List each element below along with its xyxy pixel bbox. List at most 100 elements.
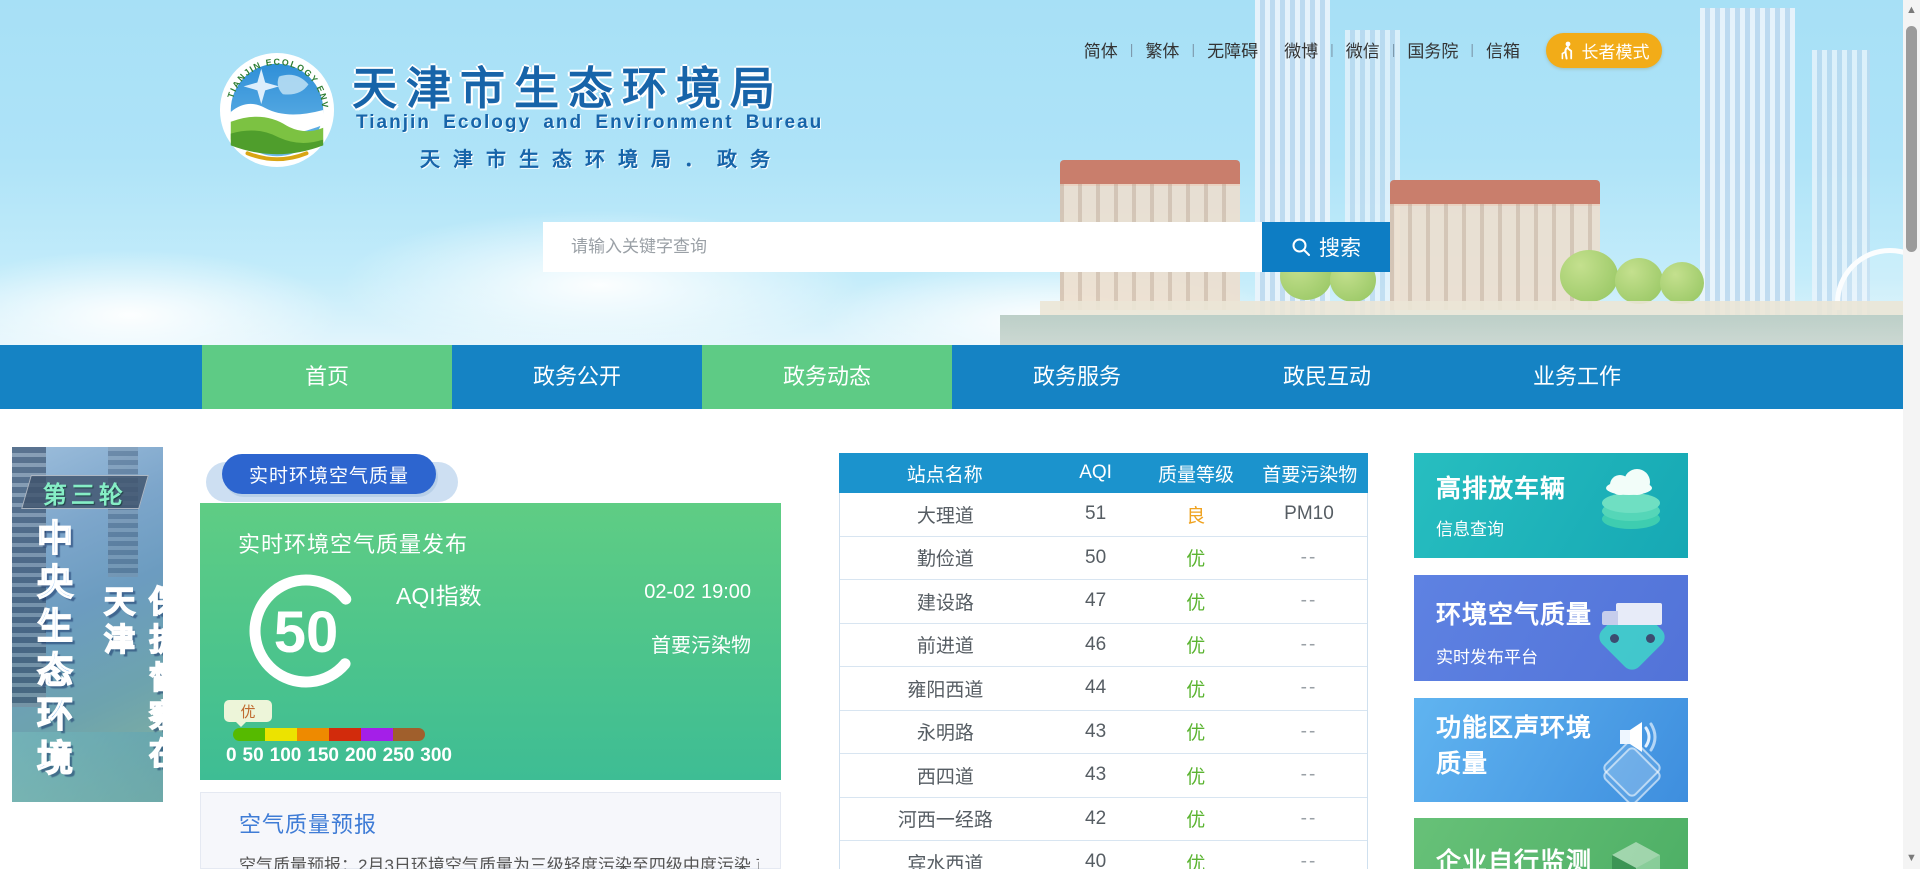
card-enterprise-self-monitoring[interactable]: 企业自行监测 bbox=[1414, 818, 1688, 869]
site-subtitle: 天津市生态环境局．政务 bbox=[420, 149, 783, 171]
grade-cell: 优 bbox=[1186, 636, 1206, 658]
top-link-简体[interactable]: 简体 bbox=[1084, 37, 1118, 62]
aqi-scale-tick: 50 bbox=[242, 745, 264, 766]
cloud-shape bbox=[1606, 467, 1656, 495]
site-title-cn: 天津市生态环境局 bbox=[352, 63, 785, 114]
speaker-icon bbox=[1590, 712, 1674, 802]
tab-realtime-air-quality[interactable]: 实时环境空气质量 bbox=[222, 454, 436, 494]
primary-pollutant-label: 首要污染物 bbox=[651, 635, 751, 657]
table-row-永明路[interactable]: 永明路 43 优 -- bbox=[840, 710, 1367, 754]
search-button[interactable]: 搜索 bbox=[1262, 222, 1390, 272]
aqi-card-title: 实时环境空气质量发布 bbox=[238, 532, 469, 557]
table-row-宾水西道[interactable]: 宾水西道 40 优 -- bbox=[840, 841, 1367, 869]
link-separator: | bbox=[1330, 41, 1334, 57]
card-title: 功能区声环境质量 bbox=[1436, 714, 1593, 778]
nav-item-政务公开[interactable]: 政务公开 bbox=[452, 345, 702, 409]
aqi-timestamp: 02-02 19:00 bbox=[644, 581, 751, 603]
grade-cell: 优 bbox=[1186, 679, 1206, 701]
forecast-title: 空气质量预报 bbox=[239, 812, 378, 837]
truck-shape bbox=[1598, 603, 1668, 643]
speaker-shape bbox=[1620, 722, 1657, 752]
aqi-scale-segment bbox=[393, 728, 425, 741]
table-row-河西一经路[interactable]: 河西一经路 42 优 -- bbox=[840, 797, 1367, 841]
table-row-前进道[interactable]: 前进道 46 优 -- bbox=[840, 623, 1367, 667]
elder-mode-button[interactable]: 长者模式 bbox=[1546, 33, 1662, 68]
aqi-scale-bar bbox=[233, 728, 425, 741]
link-separator: | bbox=[1129, 41, 1134, 57]
forecast-panel: 空气质量预报 空气质量预报：2月3日环境空气质量为三级轻度污染至四级中度污染,首… bbox=[200, 792, 781, 869]
nav-item-政务服务[interactable]: 政务服务 bbox=[952, 345, 1202, 409]
banner-text-line2: 保护督察在天津 bbox=[98, 584, 163, 776]
pollutant-cell: -- bbox=[1300, 677, 1318, 699]
top-link-繁体[interactable]: 繁体 bbox=[1145, 37, 1179, 62]
nav-item-业务工作[interactable]: 业务工作 bbox=[1452, 345, 1702, 409]
grade-cell: 优 bbox=[1186, 766, 1206, 788]
aqi-value-cell: 50 bbox=[1085, 546, 1107, 568]
promenade-shape bbox=[1040, 301, 1903, 315]
aqi-scale-segment bbox=[233, 728, 265, 741]
pollutant-cell: -- bbox=[1300, 851, 1318, 869]
aqi-scale-tick: 150 bbox=[307, 745, 339, 766]
station-name-cell: 勤俭道 bbox=[916, 549, 974, 571]
station-table-header: 站点名称 AQI 质量等级 首要污染物 bbox=[839, 453, 1368, 493]
table-row-大理道[interactable]: 大理道 51 良 PM10 bbox=[840, 493, 1367, 537]
pollutant-cell: -- bbox=[1300, 720, 1318, 742]
table-row-勤俭道[interactable]: 勤俭道 50 优 -- bbox=[840, 536, 1367, 580]
card-high-emission-vehicles[interactable]: 高排放车辆 信息查询 bbox=[1414, 453, 1688, 558]
tree-shape bbox=[1560, 250, 1618, 302]
site-title-en: Tianjin Ecology and Environment Bureau bbox=[356, 112, 824, 133]
scroll-down-arrow[interactable]: ▼ bbox=[1903, 850, 1920, 867]
top-link-微博[interactable]: 微博 bbox=[1284, 37, 1318, 62]
aqi-card: 实时环境空气质量发布 50 AQI指数 02-02 19:00 首要污染物 优 … bbox=[200, 503, 781, 780]
forecast-body: 空气质量预报：2月3日环境空气质量为三级轻度污染至四级中度污染,首要污染物P bbox=[239, 856, 759, 869]
banner-building-shape bbox=[108, 447, 138, 577]
cloud-decoration bbox=[0, 250, 340, 345]
aqi-scale-tick: 250 bbox=[382, 745, 415, 766]
table-row-雍阳西道[interactable]: 雍阳西道 44 优 -- bbox=[840, 667, 1367, 711]
station-name-cell: 宾水西道 bbox=[907, 853, 984, 869]
pollutant-cell: -- bbox=[1300, 546, 1318, 568]
table-row-建设路[interactable]: 建设路 47 优 -- bbox=[840, 580, 1367, 624]
station-name-cell: 雍阳西道 bbox=[907, 679, 984, 701]
top-link-信箱[interactable]: 信箱 bbox=[1486, 37, 1520, 62]
nav-item-政务动态[interactable]: 政务动态 bbox=[702, 345, 952, 409]
main-nav: 首页 政务公开 政务动态 政务服务 政民互动 业务工作 bbox=[0, 345, 1920, 409]
aqi-value-cell: 51 bbox=[1085, 503, 1107, 525]
top-link-微信[interactable]: 微信 bbox=[1346, 37, 1380, 62]
aqi-value-cell: 43 bbox=[1085, 720, 1107, 742]
card-air-quality-platform[interactable]: 环境空气质量 实时发布平台 bbox=[1414, 575, 1688, 681]
pollutant-cell: -- bbox=[1300, 764, 1318, 786]
table-row-西四道[interactable]: 西四道 43 优 -- bbox=[840, 754, 1367, 798]
inspection-banner[interactable]: 第三轮 中央生态环境 保护督察在天津 bbox=[12, 447, 163, 802]
grade-cell: 优 bbox=[1186, 549, 1206, 571]
column-header-aqi: AQI bbox=[1079, 462, 1112, 483]
vertical-scrollbar[interactable]: ▲ ▼ bbox=[1903, 0, 1920, 869]
top-link-无障碍[interactable]: 无障碍 bbox=[1207, 37, 1258, 62]
banner-text-line1: 中央生态环境 bbox=[31, 518, 74, 784]
scroll-up-arrow[interactable]: ▲ bbox=[1903, 2, 1920, 19]
card-noise-environment[interactable]: 功能区声环境质量 bbox=[1414, 698, 1688, 802]
disc-shape bbox=[1602, 493, 1660, 513]
column-header-station: 站点名称 bbox=[906, 464, 983, 486]
scrollbar-thumb[interactable] bbox=[1906, 26, 1917, 252]
red-roof-shape bbox=[1060, 160, 1240, 186]
station-name-cell: 永明路 bbox=[916, 723, 974, 745]
grade-cell: 良 bbox=[1186, 505, 1206, 527]
link-separator: | bbox=[1391, 41, 1396, 57]
card-title: 高排放车辆 bbox=[1436, 475, 1567, 503]
aqi-scale-tick: 0 bbox=[226, 745, 237, 766]
card-subtitle: 实时发布平台 bbox=[1436, 648, 1538, 667]
bureau-logo: TIANJIN ECOLOGY ENVIRONMENT bbox=[218, 51, 335, 168]
nav-item-政民互动[interactable]: 政民互动 bbox=[1202, 345, 1452, 409]
link-separator: | bbox=[1191, 41, 1196, 57]
elder-mode-label: 长者模式 bbox=[1581, 43, 1650, 62]
nav-item-首页[interactable]: 首页 bbox=[202, 345, 452, 409]
aqi-value-cell: 47 bbox=[1085, 590, 1107, 612]
tree-shape bbox=[1660, 262, 1704, 304]
red-roof-shape bbox=[1390, 180, 1600, 206]
top-link-国务院[interactable]: 国务院 bbox=[1407, 37, 1458, 62]
grade-cell: 优 bbox=[1186, 853, 1206, 869]
station-name-cell: 河西一经路 bbox=[897, 810, 993, 832]
search-input[interactable] bbox=[543, 222, 1262, 272]
quick-links-group-2: 微博 | 微信 | 国务院 | 信箱 bbox=[1284, 37, 1520, 62]
